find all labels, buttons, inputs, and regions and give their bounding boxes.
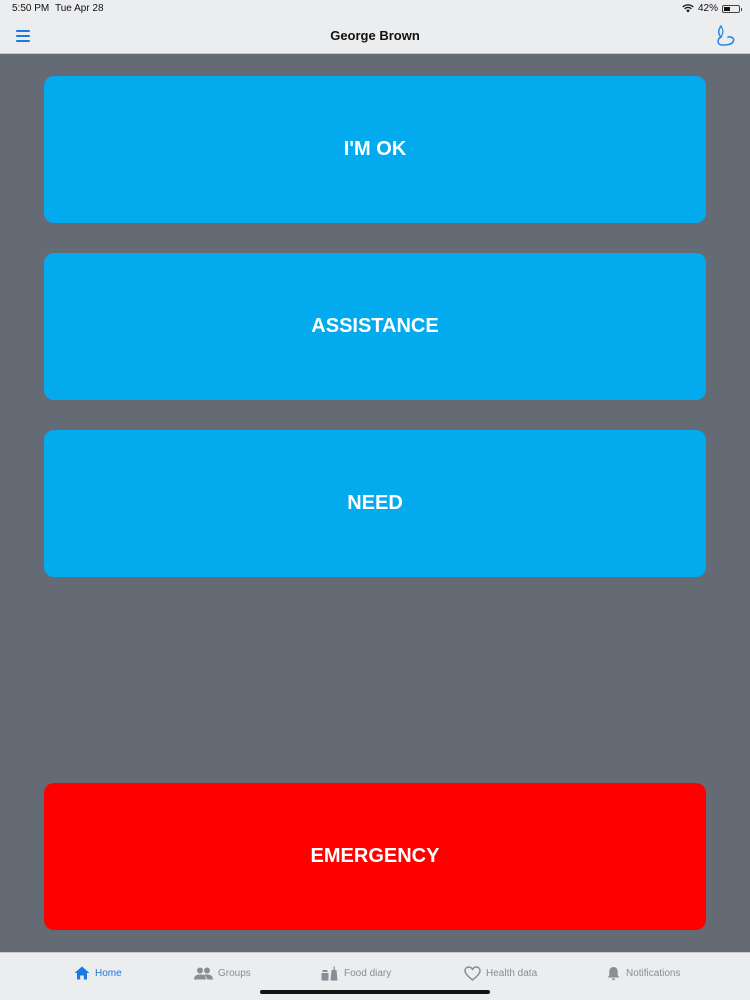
need-button[interactable]: NEED (44, 430, 706, 577)
app-screen: 5:50 PM Tue Apr 28 42% George Brown I'M … (0, 0, 750, 1000)
navigation-bar: George Brown (0, 18, 750, 54)
im-ok-button[interactable]: I'M OK (44, 76, 706, 223)
bell-icon (607, 966, 620, 980)
status-indicators: 42% (682, 3, 742, 14)
emergency-button[interactable]: EMERGENCY (44, 783, 706, 930)
status-time: 5:50 PM (12, 3, 50, 14)
tab-groups-label: Groups (218, 967, 251, 979)
status-date: Tue Apr 28 (55, 3, 104, 14)
groups-icon (194, 967, 213, 979)
app-logo-icon (717, 25, 735, 46)
tab-home[interactable]: Home (74, 963, 122, 983)
battery-icon (722, 4, 742, 13)
tab-groups[interactable]: Groups (194, 963, 251, 983)
battery-level-fill (724, 6, 730, 11)
logo-button[interactable] (712, 23, 738, 49)
wifi-icon (682, 4, 694, 13)
heart-icon (464, 965, 481, 981)
assistance-button[interactable]: ASSISTANCE (44, 253, 706, 400)
tab-food-diary[interactable]: Food diary (321, 963, 391, 983)
home-indicator (260, 990, 490, 994)
battery-percent: 42% (697, 3, 718, 14)
tab-notifications-label: Notifications (626, 967, 681, 979)
tab-food-diary-label: Food diary (344, 967, 392, 979)
page-title: George Brown (330, 28, 420, 43)
tab-health-data[interactable]: Health data (464, 963, 537, 983)
tab-health-data-label: Health data (486, 967, 538, 979)
home-icon (74, 966, 90, 980)
status-bar: 5:50 PM Tue Apr 28 42% (0, 0, 750, 18)
tab-notifications[interactable]: Notifications (606, 963, 680, 983)
tab-home-label: Home (95, 967, 122, 979)
food-diary-icon (321, 966, 338, 980)
